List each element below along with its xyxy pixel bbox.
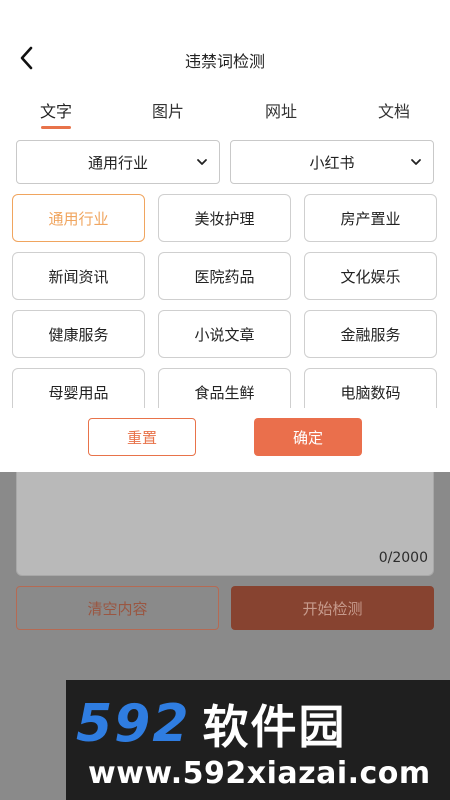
category-option[interactable]: 医院药品: [158, 252, 291, 300]
content-type-tabs: 文字 图片 网址 文档: [0, 90, 450, 134]
notification-icon: [71, 10, 83, 22]
wifi-icon: [382, 10, 398, 22]
industry-select-value: 通用行业: [87, 153, 148, 172]
industry-dropdown-sheet: 通用行业 美妆护理 房产置业 新闻资讯 医院药品 文化娱乐 健康服务 小说文章 …: [0, 184, 450, 472]
char-counter: 0/2000: [378, 550, 428, 566]
platform-select-value: 小红书: [309, 153, 355, 172]
signal-icon: [407, 10, 418, 22]
category-option[interactable]: 小说文章: [158, 310, 291, 358]
status-icons: [382, 9, 436, 23]
platform-select[interactable]: 小红书: [230, 140, 434, 184]
watermark-name: 软件园: [202, 700, 347, 754]
battery-icon: [427, 9, 436, 23]
watermark-url: www.592xiazai.com: [88, 756, 431, 791]
tab-text[interactable]: 文字: [26, 98, 86, 122]
chevron-down-icon: [197, 159, 207, 165]
reset-button[interactable]: 重置: [88, 418, 196, 456]
category-option[interactable]: 电脑数码: [304, 368, 437, 408]
category-option[interactable]: 母婴用品: [12, 368, 145, 408]
chevron-down-icon: [411, 159, 421, 165]
category-grid: 通用行业 美妆护理 房产置业 新闻资讯 医院药品 文化娱乐 健康服务 小说文章 …: [0, 184, 450, 408]
status-bar: 11:34: [0, 0, 450, 32]
active-tab-indicator: [41, 126, 71, 129]
tab-document[interactable]: 文档: [364, 98, 424, 122]
category-option[interactable]: 新闻资讯: [12, 252, 145, 300]
start-detect-button[interactable]: 开始检测: [231, 586, 434, 630]
category-option[interactable]: 健康服务: [12, 310, 145, 358]
category-option[interactable]: 美妆护理: [158, 194, 291, 242]
industry-select[interactable]: 通用行业: [16, 140, 220, 184]
watermark-logo: 592 软件园 www.592xiazai.com: [66, 680, 450, 800]
tab-image[interactable]: 图片: [138, 98, 198, 122]
confirm-button[interactable]: 确定: [254, 418, 362, 456]
clear-content-button[interactable]: 清空内容: [16, 586, 219, 630]
category-option[interactable]: 房产置业: [304, 194, 437, 242]
status-time: 11:34: [14, 8, 62, 24]
watermark-digits: 592: [76, 694, 191, 754]
text-editor-area[interactable]: [16, 472, 434, 576]
filter-selects: 通用行业 小红书: [16, 140, 434, 184]
watermark-brand: 592 软件园: [76, 694, 347, 754]
category-option[interactable]: 金融服务: [304, 310, 437, 358]
category-option[interactable]: 食品生鲜: [158, 368, 291, 408]
category-option[interactable]: 文化娱乐: [304, 252, 437, 300]
tab-url[interactable]: 网址: [251, 98, 311, 122]
page-title: 违禁词检测: [184, 52, 265, 71]
category-option[interactable]: 通用行业: [12, 194, 145, 242]
header: 违禁词检测: [0, 32, 450, 84]
